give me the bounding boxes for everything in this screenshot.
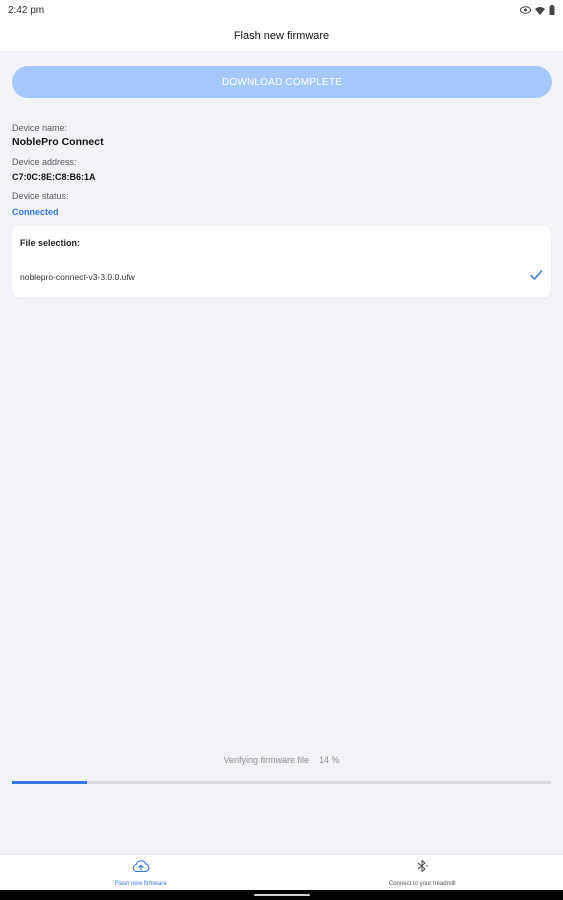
file-list-item[interactable]: noblepro-connect-v3-3.0.0.ufw bbox=[12, 262, 551, 292]
device-status: Connected bbox=[12, 207, 59, 217]
nav-item-flash-firmware[interactable]: Flash new firmware bbox=[0, 855, 282, 890]
battery-icon bbox=[549, 5, 555, 15]
status-time: 2:42 pm bbox=[8, 4, 45, 16]
eye-icon bbox=[520, 6, 531, 14]
app-header: Flash new firmware bbox=[0, 20, 563, 51]
file-selection-card: File selection: noblepro-connect-v3-3.0.… bbox=[12, 226, 551, 298]
nav-item-connect-treadmill[interactable]: Connect to your treadmill bbox=[282, 855, 563, 890]
file-name: noblepro-connect-v3-3.0.0.ufw bbox=[20, 272, 135, 282]
device-status-label: Device status: bbox=[12, 191, 69, 201]
progress-bar bbox=[12, 781, 551, 784]
progress-status: Verifying firmware file 14 % bbox=[0, 755, 563, 765]
cloud-upload-icon bbox=[132, 859, 150, 878]
device-address: C7:0C:8E:C8:B6:1A bbox=[12, 172, 96, 182]
device-address-label: Device address: bbox=[12, 157, 77, 167]
device-name-label: Device name: bbox=[12, 123, 68, 133]
progress-fill bbox=[12, 781, 88, 784]
bluetooth-icon bbox=[415, 859, 429, 878]
status-bar: 2:42 pm bbox=[0, 0, 563, 20]
bottom-nav: Flash new firmware Connect to your tread… bbox=[0, 854, 563, 890]
nav-label-connect-treadmill: Connect to your treadmill bbox=[388, 880, 456, 887]
check-icon bbox=[529, 268, 543, 287]
file-selection-title: File selection: bbox=[20, 238, 81, 248]
progress-percent: 14 % bbox=[319, 755, 340, 765]
wifi-icon bbox=[535, 6, 545, 15]
status-icons bbox=[520, 5, 555, 15]
device-name: NoblePro Connect bbox=[12, 136, 104, 148]
progress-label: Verifying firmware file bbox=[223, 755, 309, 765]
system-nav-bar bbox=[0, 890, 563, 900]
gesture-handle[interactable] bbox=[254, 894, 310, 896]
download-complete-button[interactable]: DOWNLOAD COMPLETE bbox=[12, 66, 552, 98]
page-title: Flash new firmware bbox=[233, 29, 330, 42]
nav-label-flash-firmware: Flash new firmware bbox=[114, 880, 167, 887]
